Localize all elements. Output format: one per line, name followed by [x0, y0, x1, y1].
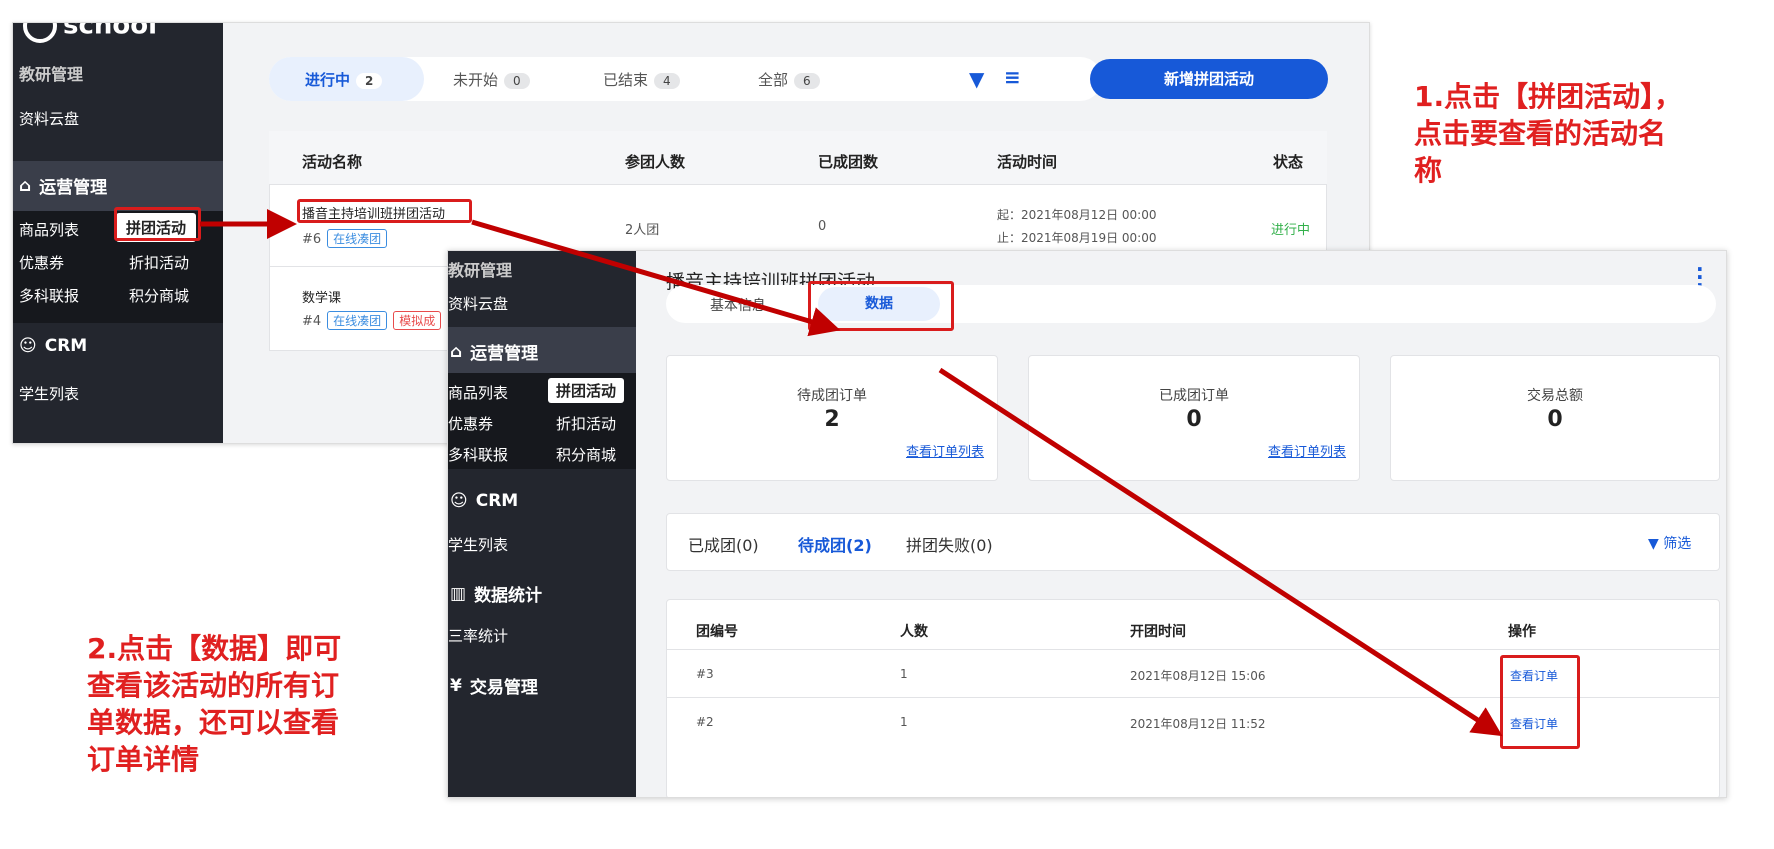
arrow-to-data-tab — [471, 219, 841, 337]
guide-arrows — [200, 209, 1503, 737]
arrow-to-view-order — [938, 367, 1503, 737]
